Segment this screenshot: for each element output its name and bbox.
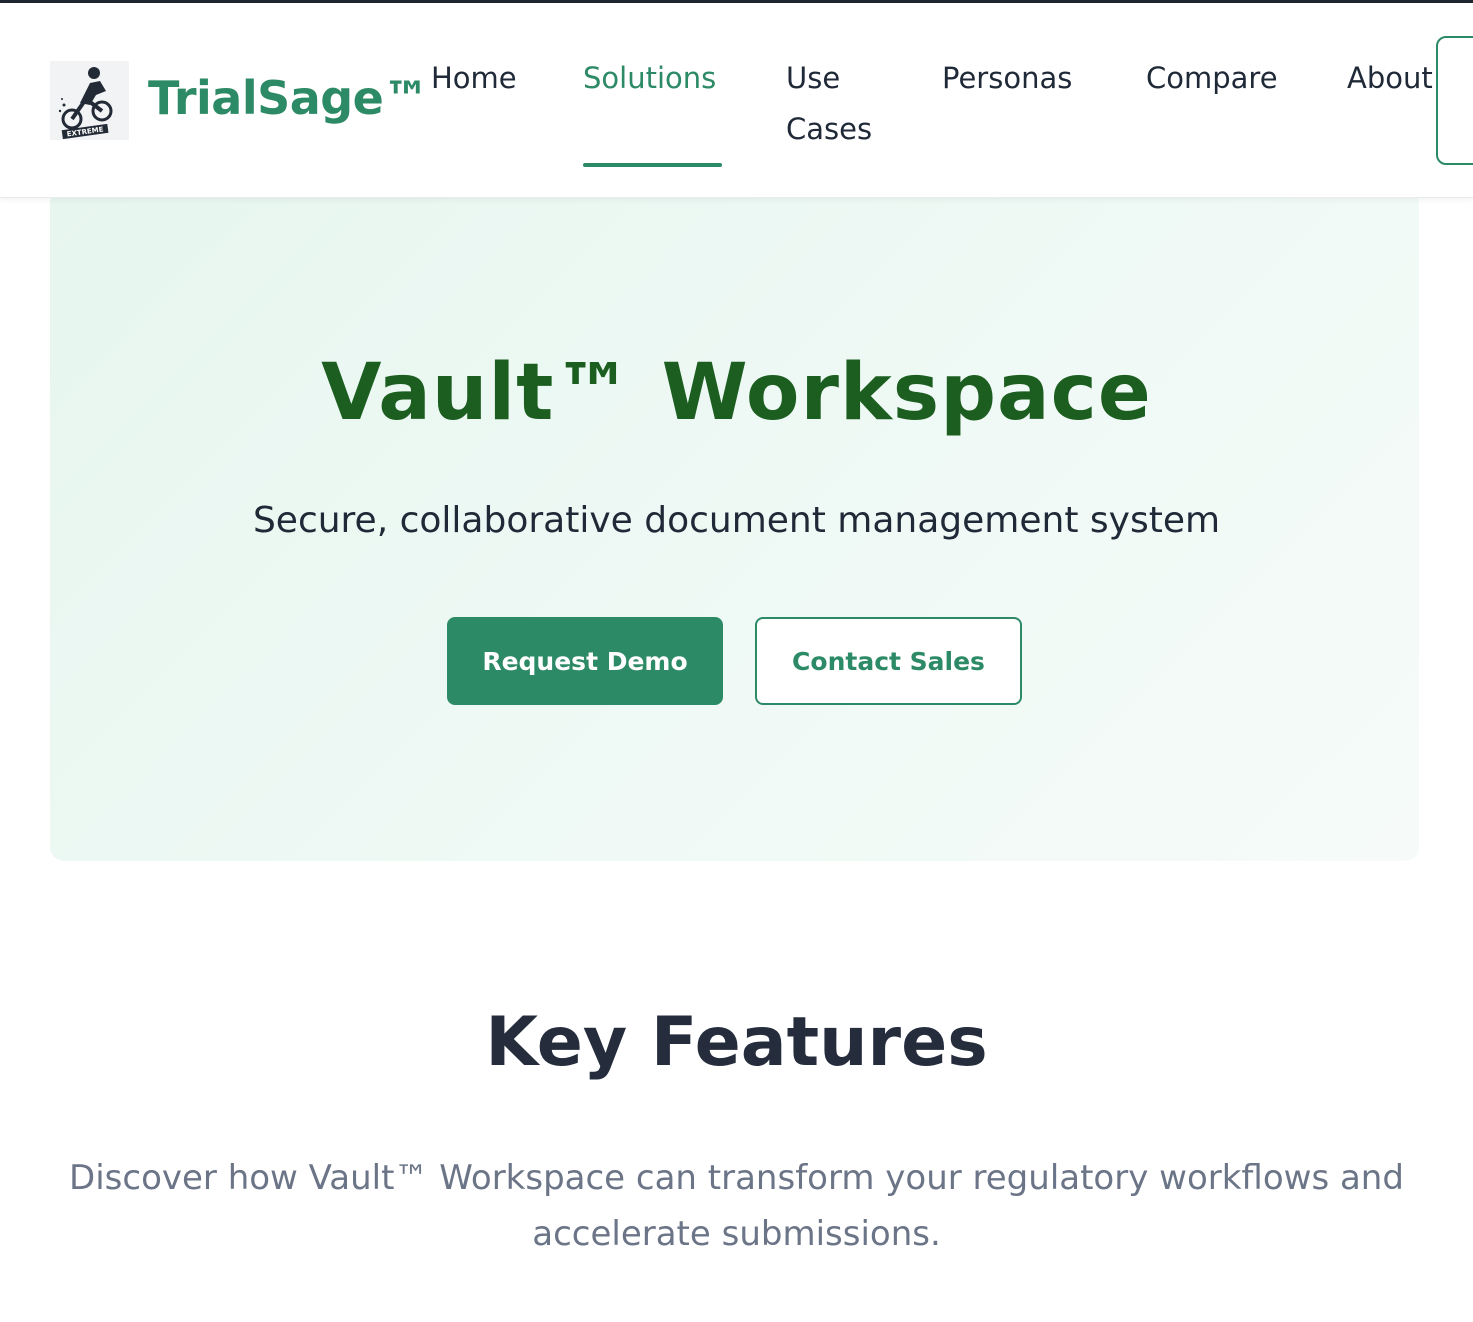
site-header: EXTREME TrialSage™ Home Solutions Use Ca… [0, 3, 1473, 198]
nav-about[interactable]: About [1347, 53, 1433, 104]
hero-subtitle: Secure, collaborative document managemen… [252, 500, 1221, 541]
motocross-rider-icon: EXTREME [50, 61, 129, 140]
nav-home[interactable]: Home [431, 53, 517, 104]
brand-logo[interactable]: EXTREME [50, 61, 129, 140]
nav-use-cases[interactable]: Use Cases [786, 53, 872, 155]
header-cta-button[interactable] [1436, 36, 1473, 165]
nav-use-cases-line1: Use [786, 61, 841, 95]
request-demo-button[interactable]: Request Demo [447, 617, 723, 705]
nav-use-cases-line2: Cases [786, 112, 873, 146]
features-description: Discover how Vault™ Workspace can transf… [69, 1158, 1404, 1254]
contact-sales-button[interactable]: Contact Sales [755, 617, 1022, 705]
nav-compare[interactable]: Compare [1146, 53, 1278, 104]
brand-name[interactable]: TrialSage™ [148, 71, 429, 125]
nav-active-indicator [583, 163, 722, 167]
features-title: Key Features [485, 1003, 988, 1082]
nav-solutions[interactable]: Solutions [583, 53, 716, 104]
hero-title: Vault™ Workspace [321, 348, 1152, 438]
nav-personas[interactable]: Personas [942, 53, 1072, 104]
